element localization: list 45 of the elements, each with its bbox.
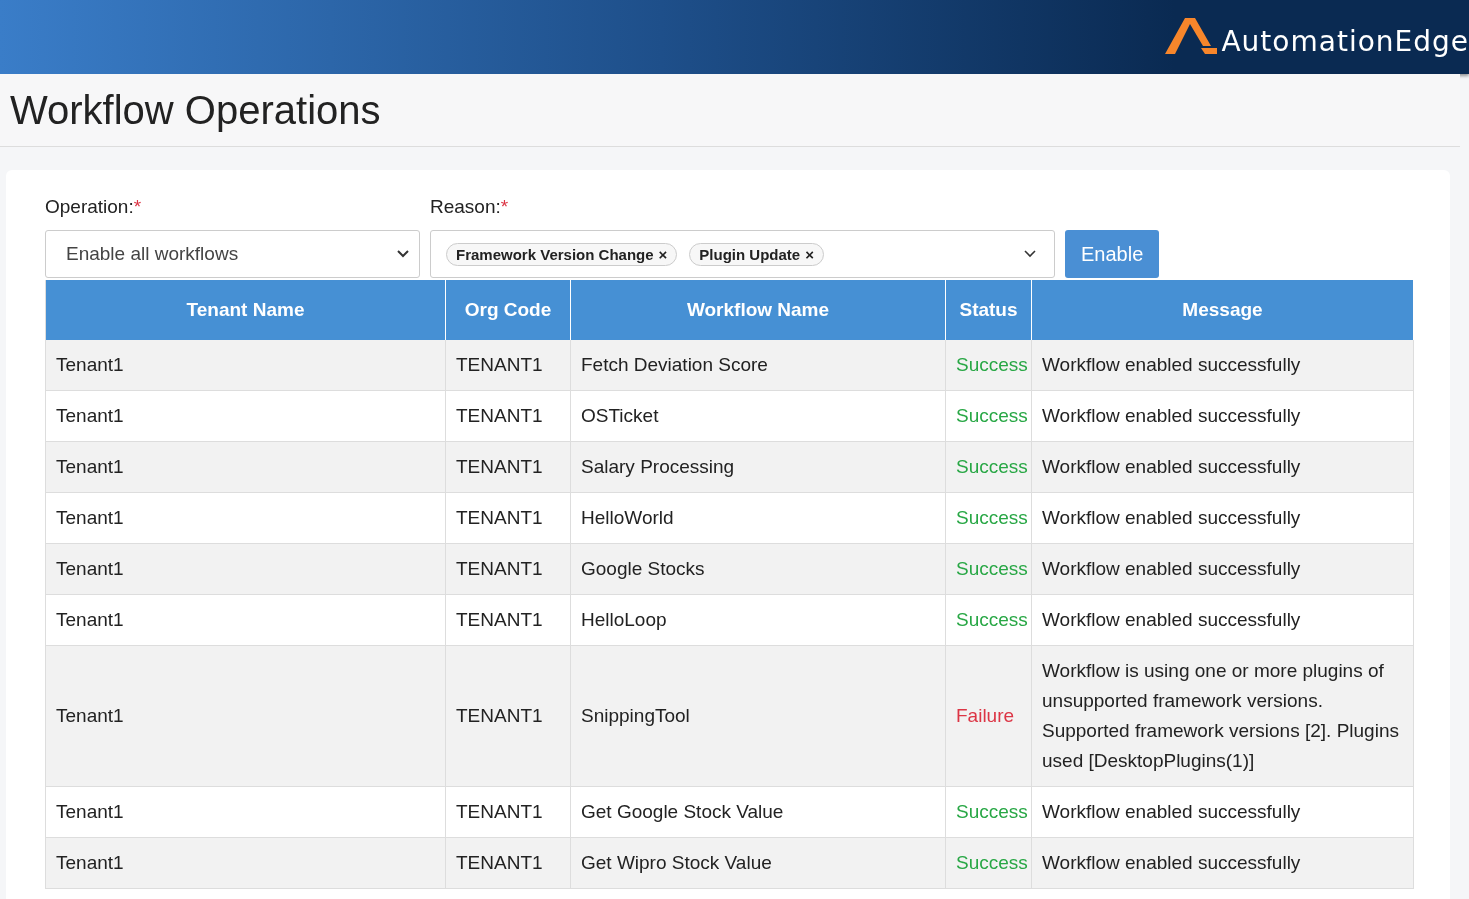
table-cell: TENANT1 <box>446 646 571 787</box>
status-cell: Success <box>946 838 1032 889</box>
tag-remove-button[interactable]: × <box>805 245 814 263</box>
table-cell: Tenant1 <box>46 838 446 889</box>
table-cell: SnippingTool <box>571 646 946 787</box>
status-cell: Failure <box>946 646 1032 787</box>
status-cell: Success <box>946 442 1032 493</box>
column-header: Org Code <box>446 280 571 340</box>
field-label: Operation: <box>45 196 134 217</box>
table-cell: Workflow enabled successfully <box>1032 838 1414 889</box>
table-cell: Tenant1 <box>46 646 446 787</box>
chevron-down-icon <box>397 250 409 258</box>
table-cell: Tenant1 <box>46 544 446 595</box>
logo-icon <box>1165 16 1218 56</box>
table-cell: Workflow is using one or more plugins of unsupported framework versions. Supported framework versions [2]. Plugins used [DesktopPlugins(1)] <box>1032 646 1414 787</box>
table-cell: TENANT1 <box>446 442 571 493</box>
table-cell: Get Wipro Stock Value <box>571 838 946 889</box>
column-header: Status <box>946 280 1032 340</box>
status-cell: Success <box>946 340 1032 391</box>
tag-label: Plugin Update <box>699 245 801 263</box>
table-cell: TENANT1 <box>446 544 571 595</box>
tag-remove-button[interactable]: × <box>658 245 668 263</box>
table-cell: Fetch Deviation Score <box>571 340 946 391</box>
column-header: Workflow Name <box>571 280 946 340</box>
column-header: Tenant Name <box>46 280 446 340</box>
tag-label: Framework Version Change <box>456 245 654 263</box>
reason-multiselect[interactable]: Framework Version Change × Plugin Update × <box>430 230 1055 278</box>
page-title: Workflow Operations <box>10 87 381 133</box>
table-cell: Workflow enabled successfully <box>1032 544 1414 595</box>
operation-dropdown[interactable]: Enable all workflows <box>45 230 420 278</box>
table-cell: TENANT1 <box>446 838 571 889</box>
table-cell: Workflow enabled successfully <box>1032 340 1414 391</box>
table-cell: Salary Processing <box>571 442 946 493</box>
table-cell: Tenant1 <box>46 442 446 493</box>
column-header: Message <box>1032 280 1414 340</box>
table-cell: Google Stocks <box>571 544 946 595</box>
required-mark: * <box>500 196 509 217</box>
required-mark: * <box>133 196 142 217</box>
table-cell: Workflow enabled successfully <box>1032 442 1414 493</box>
status-cell: Success <box>946 544 1032 595</box>
logo-text: AutomationEdge <box>1221 28 1469 56</box>
table-cell: Tenant1 <box>46 340 446 391</box>
chevron-down-icon <box>1024 250 1036 258</box>
field-label: Reason: <box>430 196 501 217</box>
table-cell: TENANT1 <box>446 340 571 391</box>
